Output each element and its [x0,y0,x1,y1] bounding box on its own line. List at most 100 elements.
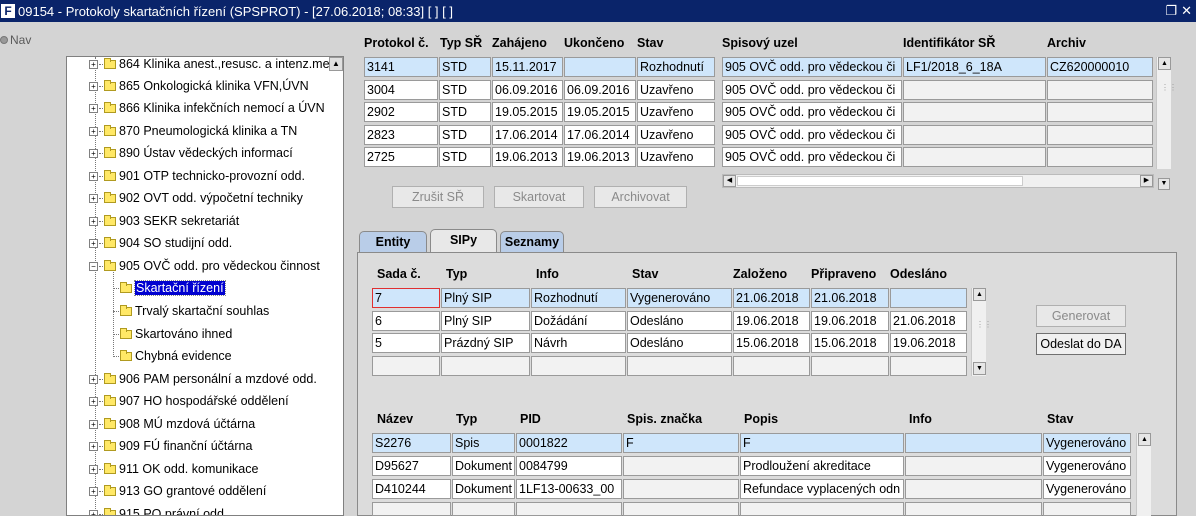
tree-item[interactable]: +904 SO studijní odd. [89,232,232,254]
table-cell-empty[interactable] [623,502,739,516]
table-cell[interactable]: Vygenerováno [627,288,732,308]
table-cell[interactable]: Vygenerováno [1043,433,1131,453]
tab-sipy[interactable]: SIPy [430,229,497,253]
table-cell[interactable]: STD [439,80,491,100]
table-cell[interactable]: 2725 [364,147,438,167]
table-cell[interactable]: 0001822 [516,433,622,453]
table-cell[interactable]: Uzavřeno [637,102,715,122]
expand-icon[interactable]: + [89,509,98,515]
table-cell[interactable]: 905 OVČ odd. pro vědeckou či [722,147,902,167]
table-cell[interactable]: 905 OVČ odd. pro vědeckou či [722,125,902,145]
scroll-up-icon[interactable]: ▲ [973,288,986,301]
table-cell[interactable]: 06.09.2016 [564,80,636,100]
table-cell[interactable]: Prodloužení akreditace [740,456,904,476]
table-cell[interactable]: Vygenerováno [1043,456,1131,476]
table-cell[interactable]: Uzavřeno [637,125,715,145]
table-cell[interactable]: 19.05.2015 [492,102,563,122]
table-cell[interactable] [903,102,1046,122]
table-cell-empty[interactable] [905,502,1042,516]
scroll-up-icon[interactable]: ▲ [1158,57,1171,70]
tree-item[interactable]: +890 Ústav vědeckých informací [89,142,293,164]
table-cell[interactable]: 21.06.2018 [733,288,810,308]
expand-icon[interactable]: + [89,216,98,226]
table-cell[interactable]: 19.06.2013 [564,147,636,167]
table-cell[interactable]: D95627 [372,456,451,476]
table-cell[interactable]: Prázdný SIP [441,333,530,353]
shred-button[interactable]: Skartovat [494,186,584,208]
tree-item-selected[interactable]: Skartační řízení [113,277,226,299]
restore-icon[interactable]: ❐ [1165,3,1177,19]
table-cell[interactable] [623,456,739,476]
table-cell[interactable]: 0084799 [516,456,622,476]
table-cell[interactable]: Dožádání [531,311,626,331]
table-cell-empty[interactable] [372,502,451,516]
expand-icon[interactable]: + [89,464,98,474]
table-cell[interactable]: 3141 [364,57,438,77]
scroll-up-icon[interactable]: ▲ [1138,433,1151,446]
table-cell-empty[interactable] [811,356,889,376]
table-cell[interactable]: 06.09.2016 [492,80,563,100]
table-cell[interactable]: 905 OVČ odd. pro vědeckou či [722,80,902,100]
table-cell[interactable] [890,288,967,308]
table-cell[interactable]: Návrh [531,333,626,353]
nav-toggle[interactable]: Nav [0,33,31,47]
sips-vscroll[interactable]: ▲ ⋮⋮ ▼ [971,288,992,376]
table-cell[interactable] [905,456,1042,476]
table-cell[interactable]: 21.06.2018 [811,288,889,308]
expand-icon[interactable]: + [89,126,98,136]
protocols-vscroll[interactable]: ▲ ⋮⋮ [1156,57,1177,169]
tree-item[interactable]: Chybná evidence [113,345,232,367]
table-cell[interactable]: 15.06.2018 [811,333,889,353]
table-cell-empty[interactable] [1043,502,1131,516]
expand-icon[interactable]: + [89,441,98,451]
table-cell-empty[interactable] [516,502,622,516]
table-cell[interactable]: 17.06.2014 [492,125,563,145]
scroll-left-icon[interactable]: ◀ [723,175,736,187]
table-cell[interactable]: 19.06.2018 [890,333,967,353]
expand-icon[interactable]: + [89,419,98,429]
scroll-up-icon[interactable]: ▲ [329,57,343,71]
table-cell[interactable]: 21.06.2018 [890,311,967,331]
table-cell-empty[interactable] [531,356,626,376]
tree-item[interactable]: +865 Onkologická klinika VFN,ÚVN [89,75,309,97]
table-cell[interactable]: LF1/2018_6_18A [903,57,1046,77]
table-cell[interactable]: Vygenerováno [1043,479,1131,499]
tree-item[interactable]: +903 SEKR sekretariát [89,210,239,232]
table-cell[interactable]: STD [439,147,491,167]
table-cell[interactable] [903,125,1046,145]
expand-icon[interactable]: + [89,148,98,158]
table-cell[interactable]: 19.06.2013 [492,147,563,167]
table-cell[interactable] [905,433,1042,453]
table-cell[interactable]: S2276 [372,433,451,453]
tree-item[interactable]: +902 OVT odd. výpočetní techniky [89,187,303,209]
table-cell[interactable]: Rozhodnutí [637,57,715,77]
tab-entity[interactable]: Entity [359,231,427,253]
table-cell-empty[interactable] [372,356,440,376]
table-cell[interactable] [903,80,1046,100]
table-cell[interactable]: 15.06.2018 [733,333,810,353]
table-cell[interactable]: Dokument [452,479,515,499]
table-cell[interactable] [905,479,1042,499]
table-cell[interactable]: 19.05.2015 [564,102,636,122]
table-cell[interactable]: 1LF13-00633_00 [516,479,622,499]
table-cell[interactable]: 15.11.2017 [492,57,563,77]
tree-item[interactable]: +907 HO hospodářské oddělení [89,390,289,412]
cancel-sr-button[interactable]: Zrušit SŘ [392,186,484,208]
tab-seznamy[interactable]: Seznamy [500,231,564,253]
expand-icon[interactable]: + [89,193,98,203]
protocols-hscroll[interactable]: ◀ ▶ [722,174,1154,188]
table-cell[interactable]: STD [439,102,491,122]
table-cell[interactable]: 2823 [364,125,438,145]
table-cell[interactable] [1047,147,1153,167]
tree-item[interactable]: +901 OTP technicko-provozní odd. [89,165,305,187]
table-cell[interactable]: Plný SIP [441,311,530,331]
archive-button[interactable]: Archivovat [594,186,687,208]
table-cell[interactable]: Rozhodnutí [531,288,626,308]
table-cell[interactable]: 19.06.2018 [811,311,889,331]
generate-button[interactable]: Generovat [1036,305,1126,327]
scroll-right-icon[interactable]: ▶ [1140,175,1153,187]
expand-icon[interactable]: + [89,486,98,496]
table-cell[interactable] [1047,102,1153,122]
table-cell[interactable]: Odesláno [627,311,732,331]
tree-item[interactable]: +913 GO grantové oddělení [89,480,266,502]
